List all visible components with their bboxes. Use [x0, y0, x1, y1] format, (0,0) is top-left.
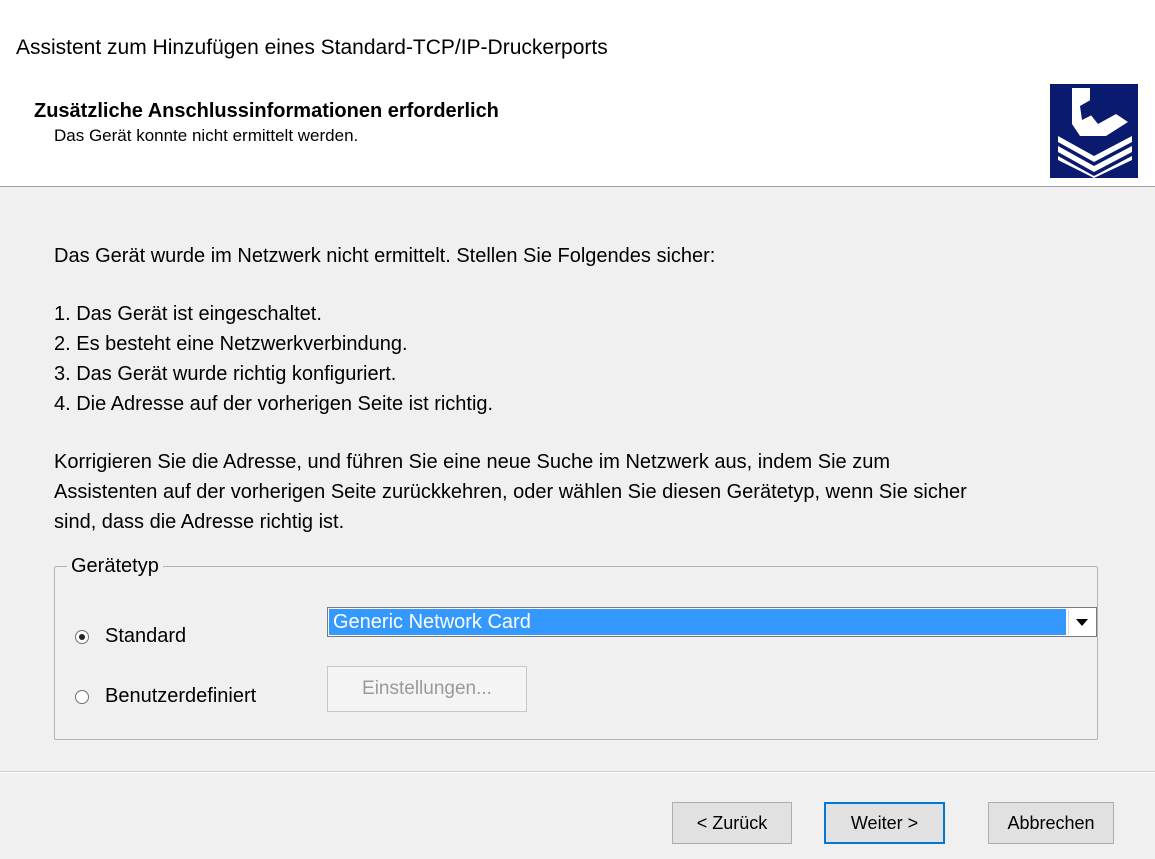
header-subtitle: Das Gerät konnte nicht ermittelt werden.	[54, 126, 359, 145]
list-item: 3. Das Gerät wurde richtig konfiguriert.	[54, 363, 397, 385]
device-type-dropdown[interactable]: Generic Network Card	[327, 607, 1097, 637]
title-bar: Assistent zum Hinzufügen eines Standard-…	[0, 4, 1155, 80]
radio-custom-label[interactable]: Benutzerdefiniert	[105, 685, 256, 708]
back-button[interactable]: < Zurück	[672, 802, 792, 844]
list-item: 1. Das Gerät ist eingeschaltet.	[54, 303, 322, 325]
correction-line: Korrigieren Sie die Adresse, und führen …	[54, 451, 891, 473]
window-title: Assistent zum Hinzufügen eines Standard-…	[16, 36, 608, 59]
printer-port-icon	[1050, 84, 1138, 178]
device-type-dropdown-value[interactable]: Generic Network Card	[329, 609, 1066, 635]
correction-line: sind, dass die Adresse richtig ist.	[54, 511, 345, 533]
chevron-down-icon[interactable]	[1068, 609, 1095, 635]
list-item: 4. Die Adresse auf der vorherigen Seite …	[54, 393, 494, 415]
radio-standard[interactable]: Standard	[75, 625, 186, 648]
radio-standard-indicator[interactable]	[75, 629, 89, 644]
correction-line: Assistenten auf der vorherigen Seite zur…	[54, 481, 967, 503]
radio-standard-label[interactable]: Standard	[105, 625, 186, 648]
checklist: 1. Das Gerät ist eingeschaltet. 2. Es be…	[54, 299, 493, 419]
wizard-header: Zusätzliche Anschlussinformationen erfor…	[0, 80, 1155, 187]
settings-button: Einstellungen...	[327, 666, 527, 712]
list-item: 2. Es besteht eine Netzwerkverbindung.	[54, 333, 408, 355]
cancel-button[interactable]: Abbrechen	[988, 802, 1114, 844]
radio-custom-indicator[interactable]	[75, 689, 89, 704]
device-type-group: Gerätetyp Standard Generic Network Card …	[54, 553, 1098, 740]
radio-custom[interactable]: Benutzerdefiniert	[75, 685, 256, 708]
device-type-legend: Gerätetyp	[67, 553, 163, 579]
header-title: Zusätzliche Anschlussinformationen erfor…	[34, 100, 499, 122]
wizard-content: Das Gerät wurde im Netzwerk nicht ermitt…	[0, 187, 1155, 767]
intro-text: Das Gerät wurde im Netzwerk nicht ermitt…	[54, 245, 716, 267]
correction-text: Korrigieren Sie die Adresse, und führen …	[54, 447, 967, 537]
next-button[interactable]: Weiter >	[824, 802, 945, 844]
footer-divider-highlight	[0, 772, 1155, 773]
